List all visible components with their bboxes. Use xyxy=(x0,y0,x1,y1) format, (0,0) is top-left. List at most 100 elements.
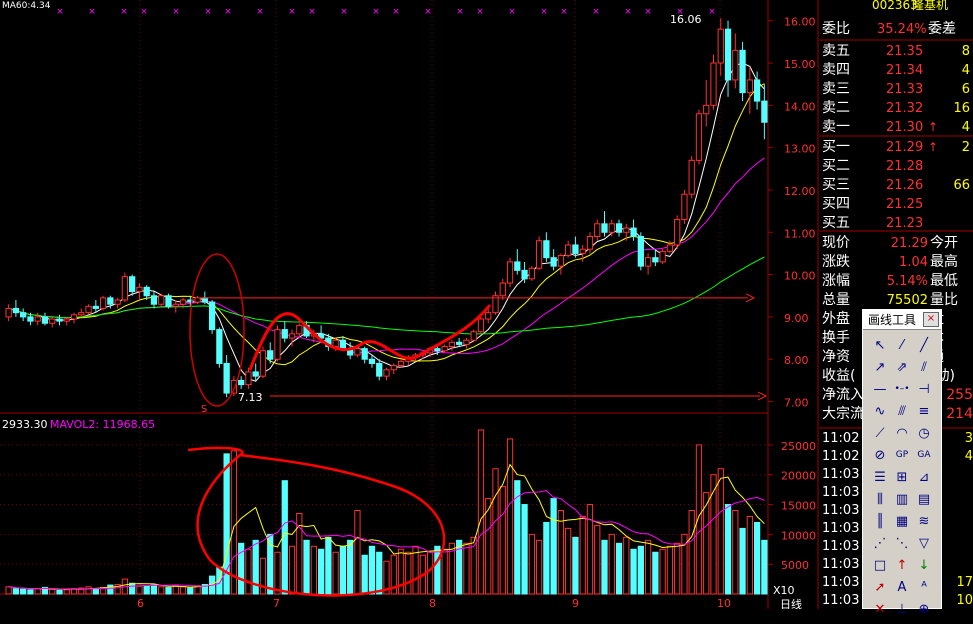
signal-marker: × xyxy=(508,7,516,17)
signal-marker: × xyxy=(456,7,464,17)
volume-bar xyxy=(288,545,296,595)
buy-level-vol: 2 xyxy=(962,140,970,155)
candle xyxy=(288,333,296,339)
diagonal-icon[interactable]: ⟋ xyxy=(869,422,891,444)
stat-label: 涨幅 xyxy=(822,273,850,289)
signal-marker: × xyxy=(308,7,316,17)
candle xyxy=(463,339,470,345)
buy-level-label: 买五 xyxy=(822,215,850,231)
ray-icon[interactable]: ↗ xyxy=(869,356,891,378)
candle xyxy=(172,303,179,307)
text-a2-icon[interactable]: ᴬ xyxy=(913,576,935,598)
volume-bar xyxy=(397,548,405,595)
volume-bar xyxy=(615,542,623,595)
speed-icon[interactable]: ⊿ xyxy=(913,466,935,488)
candle xyxy=(586,236,594,250)
ma-line-ma10 xyxy=(8,83,765,366)
text-a-icon[interactable]: A xyxy=(891,576,913,598)
arc-icon[interactable]: ◠ xyxy=(891,422,913,444)
fib-icon[interactable]: ☰ xyxy=(869,466,891,488)
z-icon[interactable]: ⊕ xyxy=(913,598,935,620)
boxes-icon[interactable]: ▤ xyxy=(913,488,935,510)
volume-bar xyxy=(267,533,274,595)
stat-value: 1.04 xyxy=(899,255,928,270)
fan2-icon[interactable]: ⋱ xyxy=(891,532,913,554)
vertical-marker-icon[interactable]: ⊣ xyxy=(913,378,935,400)
candle xyxy=(579,248,586,254)
buy-level-price: 21.23 xyxy=(886,216,923,231)
stat-label: 大宗流 xyxy=(822,406,864,422)
candle xyxy=(397,360,405,367)
buy-level-label: 买四 xyxy=(822,196,850,212)
parallel-icon[interactable]: ⫽ xyxy=(913,356,935,378)
tool-panel-titlebar[interactable]: 画线工具 × xyxy=(863,310,941,330)
close-button[interactable]: × xyxy=(923,312,939,327)
volume-bar xyxy=(746,515,753,595)
volume-bar xyxy=(739,527,746,595)
volume-bar xyxy=(637,545,644,595)
cycle-icon[interactable]: ⫼ xyxy=(869,488,891,510)
bars-icon[interactable]: ▥ xyxy=(891,488,913,510)
gp-icon[interactable]: GP xyxy=(891,444,913,466)
volume-tick-label: 10000 xyxy=(781,529,816,542)
candle xyxy=(274,329,281,360)
arrow-line-icon[interactable]: ⇗ xyxy=(891,356,913,378)
fan-icon[interactable]: ⋰ xyxy=(869,532,891,554)
pointer-icon[interactable]: ↖ xyxy=(869,334,891,356)
red-arrow-icon[interactable]: ➚ xyxy=(869,576,891,598)
tick-time: 11:03 xyxy=(822,503,859,518)
candle xyxy=(557,255,565,267)
sell-level-price: 21.30 xyxy=(886,120,923,135)
candle xyxy=(499,282,506,297)
volume-bar xyxy=(557,510,565,595)
candle xyxy=(107,297,114,305)
parallel-channel-icon[interactable]: ⫻ xyxy=(891,400,913,422)
price-tick-label: 9.00 xyxy=(784,312,809,325)
volume-bar xyxy=(5,586,12,595)
dot-line-icon[interactable]: •–• xyxy=(891,378,913,400)
wave-icon[interactable]: ∿ xyxy=(869,400,891,422)
line-segment-icon[interactable]: ⁄ xyxy=(891,334,913,356)
ga-icon[interactable]: GA xyxy=(913,444,935,466)
candle xyxy=(666,244,674,252)
candle xyxy=(143,286,150,297)
x-tick-label: 9 xyxy=(572,597,579,609)
horizontal-line-icon[interactable]: — xyxy=(869,378,891,400)
volume-tick-label: 15000 xyxy=(781,500,816,513)
up-arrow-icon[interactable]: ↑ xyxy=(891,554,913,576)
volume-bar xyxy=(594,524,601,595)
volume-bar xyxy=(20,588,27,595)
candle xyxy=(92,305,99,309)
rect-icon[interactable]: □ xyxy=(869,554,891,576)
stat-label-2: 最高 xyxy=(930,253,958,270)
stat-value: 75502 xyxy=(887,293,928,308)
tick-volume: 4 xyxy=(965,449,973,464)
signal-marker: × xyxy=(340,7,348,17)
y-icon[interactable]: ⊥ xyxy=(891,598,913,620)
chart-canvas[interactable]: 16.00 15.00 14.00 13.00 12.00 11.00 10.00 9.00 8… xyxy=(0,0,973,609)
multi-line-icon[interactable]: ≡ xyxy=(913,400,935,422)
candle xyxy=(456,341,463,345)
line-icon[interactable]: ╱ xyxy=(913,334,935,356)
clock-icon[interactable]: ◷ xyxy=(913,422,935,444)
gann-icon[interactable]: ⊞ xyxy=(891,466,913,488)
signal-marker: × xyxy=(88,7,96,17)
volume-tick-label: 5000 xyxy=(781,559,809,572)
price-tick-label: 13.00 xyxy=(784,143,816,156)
candle xyxy=(34,316,41,322)
grid-lines-icon[interactable]: ▦ xyxy=(891,510,913,532)
lines-icon[interactable]: ≋ xyxy=(913,510,935,532)
candle xyxy=(521,269,528,280)
down-arrow-icon[interactable]: ↓ xyxy=(913,554,935,576)
x-icon[interactable]: ✕ xyxy=(869,598,891,620)
circle-slash-icon[interactable]: ⊘ xyxy=(869,444,891,466)
multi-bars-icon[interactable]: ║ xyxy=(869,510,891,532)
candle xyxy=(339,339,347,350)
buy-level-price: 21.28 xyxy=(886,159,923,174)
x-tick-label: 6 xyxy=(137,597,144,609)
candle xyxy=(223,362,230,394)
volume-bar xyxy=(601,539,608,595)
volume-bar xyxy=(579,515,586,595)
drawing-tool-panel[interactable]: 画线工具 × ↖ ⁄ ╱ ↗ ⇗ ⫽ — •–• ⊣ ∿ ⫻ ≡ ⟋ ◠ ◷ ⊘ GP GA ☰ ⊞ ⊿ ⫼ ▥ ▤ ║ ▦ ≋ ⋰ ⋱… xyxy=(862,309,942,617)
triangle-icon[interactable]: ▽ xyxy=(913,532,935,554)
